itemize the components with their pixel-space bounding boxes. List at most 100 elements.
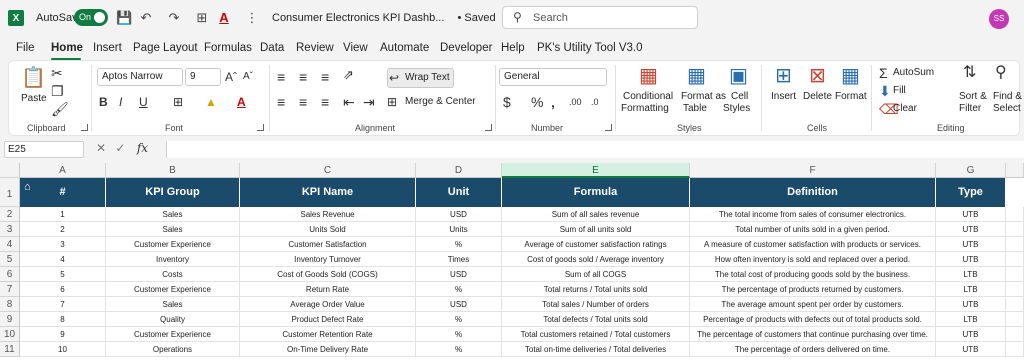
column-header-h[interactable] (1006, 163, 1024, 178)
table-cell[interactable]: Sales (106, 207, 240, 222)
column-header-a[interactable]: A (20, 163, 106, 178)
fill-icon[interactable]: ⬇ (879, 83, 891, 99)
tab-data[interactable]: Data (260, 42, 284, 54)
borders-icon[interactable]: ⊞ (173, 94, 183, 110)
row-header-10[interactable]: 10 (0, 327, 20, 342)
table-cell[interactable]: USD (416, 207, 502, 222)
row-header-4[interactable]: 4 (0, 237, 20, 252)
tab-developer[interactable]: Developer (440, 42, 492, 54)
paste-icon[interactable]: 📋 (21, 67, 46, 89)
table-cell[interactable]: A measure of customer satisfaction with … (690, 237, 936, 252)
undo-icon[interactable]: ↶ (138, 10, 154, 26)
tab-view[interactable]: View (343, 42, 368, 54)
empty-cell[interactable] (1006, 342, 1024, 357)
table-cell[interactable]: Customer Satisfaction (240, 237, 416, 252)
table-cell[interactable]: Customer Experience (106, 282, 240, 297)
row-header-11[interactable]: 11 (0, 342, 20, 357)
insert-cells-button[interactable]: Insert (771, 91, 796, 102)
table-cell[interactable]: 2 (20, 222, 106, 237)
find-label[interactable]: Find & (993, 91, 1022, 102)
select-all-corner[interactable] (0, 163, 20, 178)
increase-font-icon[interactable]: Aˆ (225, 69, 237, 85)
font-launcher-icon[interactable] (257, 124, 264, 131)
empty-cell[interactable] (1006, 237, 1024, 252)
table-cell[interactable]: Sales (106, 222, 240, 237)
save-icon[interactable]: 💾 (116, 10, 132, 26)
table-cell[interactable]: % (416, 237, 502, 252)
empty-cell[interactable] (1006, 222, 1024, 237)
format-as-label[interactable]: Format as (681, 91, 726, 102)
table-cell[interactable]: LTB (936, 312, 1006, 327)
orientation-icon[interactable]: ⇗ (343, 67, 354, 83)
table-cell[interactable]: Cost of goods sold / Average inventory (502, 252, 690, 267)
cut-icon[interactable]: ✂ (51, 65, 63, 81)
bold-icon[interactable]: B (99, 94, 108, 110)
clipboard-launcher-icon[interactable] (81, 124, 88, 131)
italic-icon[interactable]: I (119, 94, 122, 110)
format-painter-icon[interactable]: 🖌 (51, 101, 69, 117)
currency-icon[interactable]: $ (503, 94, 511, 110)
table-cell[interactable]: The average amount spent per order by cu… (690, 297, 936, 312)
conditional-formatting-label[interactable]: Conditional (623, 91, 673, 102)
table-cell[interactable]: USD (416, 297, 502, 312)
empty-cell[interactable] (1006, 282, 1024, 297)
column-header-f[interactable]: F (690, 163, 936, 178)
file-title[interactable]: Consumer Electronics KPI Dashb... • Save… (272, 12, 496, 24)
table-cell[interactable]: Total sales / Number of orders (502, 297, 690, 312)
table-cell[interactable]: Total customers retained / Total custome… (502, 327, 690, 342)
merge-center-button[interactable]: Merge & Center (405, 96, 476, 107)
increase-decimal-icon[interactable]: .00 (569, 94, 582, 110)
align-center-icon[interactable]: ≡ (299, 94, 307, 110)
excel-logo-icon[interactable]: X (8, 10, 24, 26)
row-header-6[interactable]: 6 (0, 267, 20, 282)
insert-cells-icon[interactable]: ⊞ (775, 65, 792, 87)
formula-input[interactable] (166, 141, 1024, 158)
table-cell[interactable]: UTB (936, 237, 1006, 252)
worksheet-grid[interactable]: A B C D E F G 1 2 3 4 5 6 7 8 9 10 11 # KPI Group KPI Name Un… (0, 163, 1024, 360)
table-cell[interactable]: LTB (936, 267, 1006, 282)
table-header-cell[interactable]: Unit (416, 178, 502, 207)
number-launcher-icon[interactable] (605, 124, 612, 131)
insert-function-icon[interactable]: fx (137, 141, 148, 155)
sort-filter-icon[interactable]: ⇅ (963, 65, 976, 81)
empty-cell[interactable] (1006, 207, 1024, 222)
column-header-d[interactable]: D (416, 163, 502, 178)
table-cell[interactable]: Operations (106, 342, 240, 357)
table-cell[interactable]: The total cost of producing goods sold b… (690, 267, 936, 282)
cell-styles-icon[interactable]: ▣ (729, 65, 748, 87)
table-cell[interactable]: 7 (20, 297, 106, 312)
home-icon[interactable]: ⌂ (24, 181, 36, 193)
row-header-5[interactable]: 5 (0, 252, 20, 267)
table-cell[interactable]: The total income from sales of consumer … (690, 207, 936, 222)
formatting-label[interactable]: Formatting (621, 103, 669, 114)
empty-cell[interactable] (1006, 252, 1024, 267)
table-header-cell[interactable]: Definition (690, 178, 936, 207)
table-cell[interactable]: Quality (106, 312, 240, 327)
table-cell[interactable]: LTB (936, 282, 1006, 297)
tab-insert[interactable]: Insert (93, 42, 122, 54)
copy-icon[interactable]: ❐ (51, 83, 64, 99)
styles-label[interactable]: Styles (723, 103, 750, 114)
increase-indent-icon[interactable]: ⇥ (363, 94, 375, 110)
table-cell[interactable]: 6 (20, 282, 106, 297)
table-cell[interactable]: Sum of all COGS (502, 267, 690, 282)
column-header-g[interactable]: G (936, 163, 1006, 178)
font-color-icon[interactable]: A (216, 10, 232, 26)
row-header-8[interactable]: 8 (0, 297, 20, 312)
empty-cell[interactable] (1006, 297, 1024, 312)
customize-quick-access-icon[interactable]: ⋮ (244, 10, 260, 26)
table-cell[interactable]: 8 (20, 312, 106, 327)
table-cell[interactable]: 9 (20, 327, 106, 342)
table-cell[interactable]: 3 (20, 237, 106, 252)
table-cell[interactable]: Total on-time deliveries / Total deliver… (502, 342, 690, 357)
table-cell[interactable]: Customer Experience (106, 327, 240, 342)
row-header-7[interactable]: 7 (0, 282, 20, 297)
table-cell[interactable]: Total number of units sold in a given pe… (690, 222, 936, 237)
table-cell[interactable]: Units (416, 222, 502, 237)
table-header-cell[interactable]: Type (936, 178, 1006, 207)
table-cell[interactable]: Total defects / Total units sold (502, 312, 690, 327)
table-cell[interactable]: Percentage of products with defects out … (690, 312, 936, 327)
underline-icon[interactable]: U (139, 94, 148, 110)
font-color-icon[interactable]: A (237, 94, 246, 110)
table-cell[interactable]: 4 (20, 252, 106, 267)
